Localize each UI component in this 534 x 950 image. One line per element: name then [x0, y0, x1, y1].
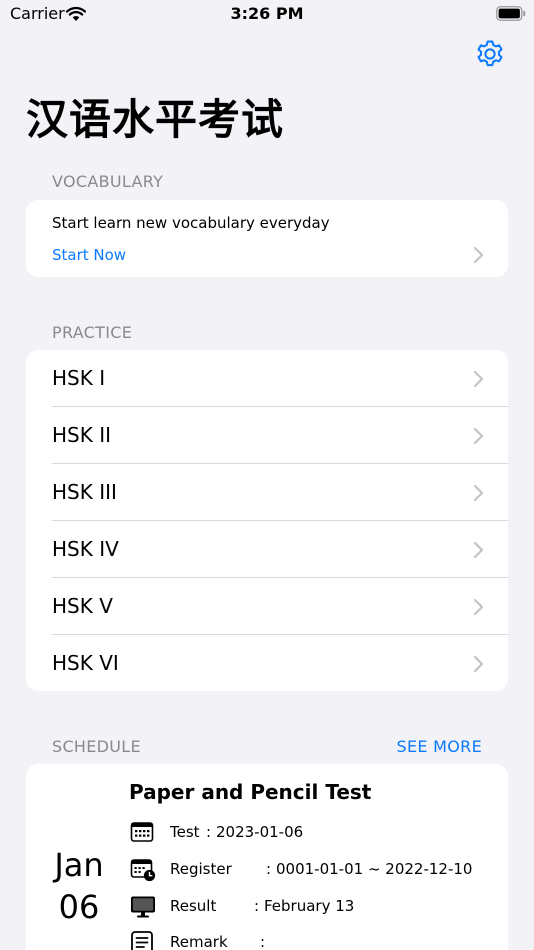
register-label: Register [170, 860, 232, 878]
status-bar: Carrier 3:26 PM [0, 0, 534, 30]
practice-item-hsk-4[interactable]: HSK IV [26, 521, 508, 578]
chevron-right-icon [473, 484, 484, 502]
gear-icon [477, 40, 503, 67]
result-label: Result [170, 897, 217, 915]
label-separator: : [266, 860, 272, 878]
remark-label: Remark [170, 933, 228, 950]
event-title: Paper and Pencil Test [129, 780, 372, 804]
practice-item-label: HSK IV [52, 537, 119, 561]
practice-item-hsk-2[interactable]: HSK II [26, 407, 508, 464]
schedule-section-header: SCHEDULE [52, 737, 141, 756]
vocabulary-section-header: VOCABULARY [52, 172, 164, 191]
register-period-value: 0001-01-01 ~ 2022-12-10 [276, 860, 473, 878]
practice-item-label: HSK V [52, 594, 113, 618]
label-separator: : [260, 933, 266, 950]
practice-item-hsk-3[interactable]: HSK III [26, 464, 508, 521]
practice-item-label: HSK I [52, 366, 106, 390]
event-month: Jan [54, 846, 104, 884]
practice-item-hsk-1[interactable]: HSK I [26, 350, 508, 407]
chevron-right-icon [473, 655, 484, 673]
label-separator: : [254, 897, 260, 915]
chevron-right-icon [473, 370, 484, 388]
practice-item-label: HSK III [52, 480, 117, 504]
chevron-right-icon [473, 541, 484, 559]
practice-list: HSK I HSK II HSK III HSK IV HSK V HSK VI [26, 350, 508, 691]
label-separator: : [206, 823, 212, 841]
vocabulary-description: Start learn new vocabulary everyday [52, 214, 330, 232]
practice-section-header: PRACTICE [52, 323, 133, 342]
result-date-row: Result : February 13 [130, 895, 500, 919]
chevron-right-icon [473, 246, 484, 264]
vocabulary-card[interactable]: Start learn new vocabulary everyday Star… [26, 200, 508, 277]
calendar-clock-icon [130, 859, 156, 882]
see-more-link[interactable]: SEE MORE [397, 737, 483, 756]
battery-icon [496, 6, 526, 21]
settings-button[interactable] [474, 38, 506, 70]
practice-item-label: HSK VI [52, 651, 119, 675]
test-date-row: Test : 2023-01-06 [130, 821, 500, 845]
practice-item-label: HSK II [52, 423, 112, 447]
start-now-link[interactable]: Start Now [52, 246, 126, 264]
page-title: 汉语水平考试 [26, 95, 285, 144]
event-day: 06 [58, 888, 100, 926]
practice-item-hsk-6[interactable]: HSK VI [26, 635, 508, 691]
document-icon [131, 931, 153, 950]
test-date-value: 2023-01-06 [216, 823, 304, 841]
practice-item-hsk-5[interactable]: HSK V [26, 578, 508, 635]
result-date-value: February 13 [264, 897, 355, 915]
chevron-right-icon [473, 427, 484, 445]
status-time: 3:26 PM [230, 4, 304, 23]
app-screen: Carrier 3:26 PM 汉语水平考试 VOCABULARY Start … [0, 0, 534, 950]
test-label: Test [170, 823, 200, 841]
chevron-right-icon [473, 598, 484, 616]
monitor-icon [131, 896, 155, 918]
calendar-icon [130, 822, 154, 842]
remark-row: Remark : [130, 931, 500, 950]
register-period-row: Register : 0001-01-01 ~ 2022-12-10 [130, 858, 500, 882]
schedule-card[interactable]: Jan 06 Paper and Pencil Test Test : 2023… [26, 764, 508, 950]
